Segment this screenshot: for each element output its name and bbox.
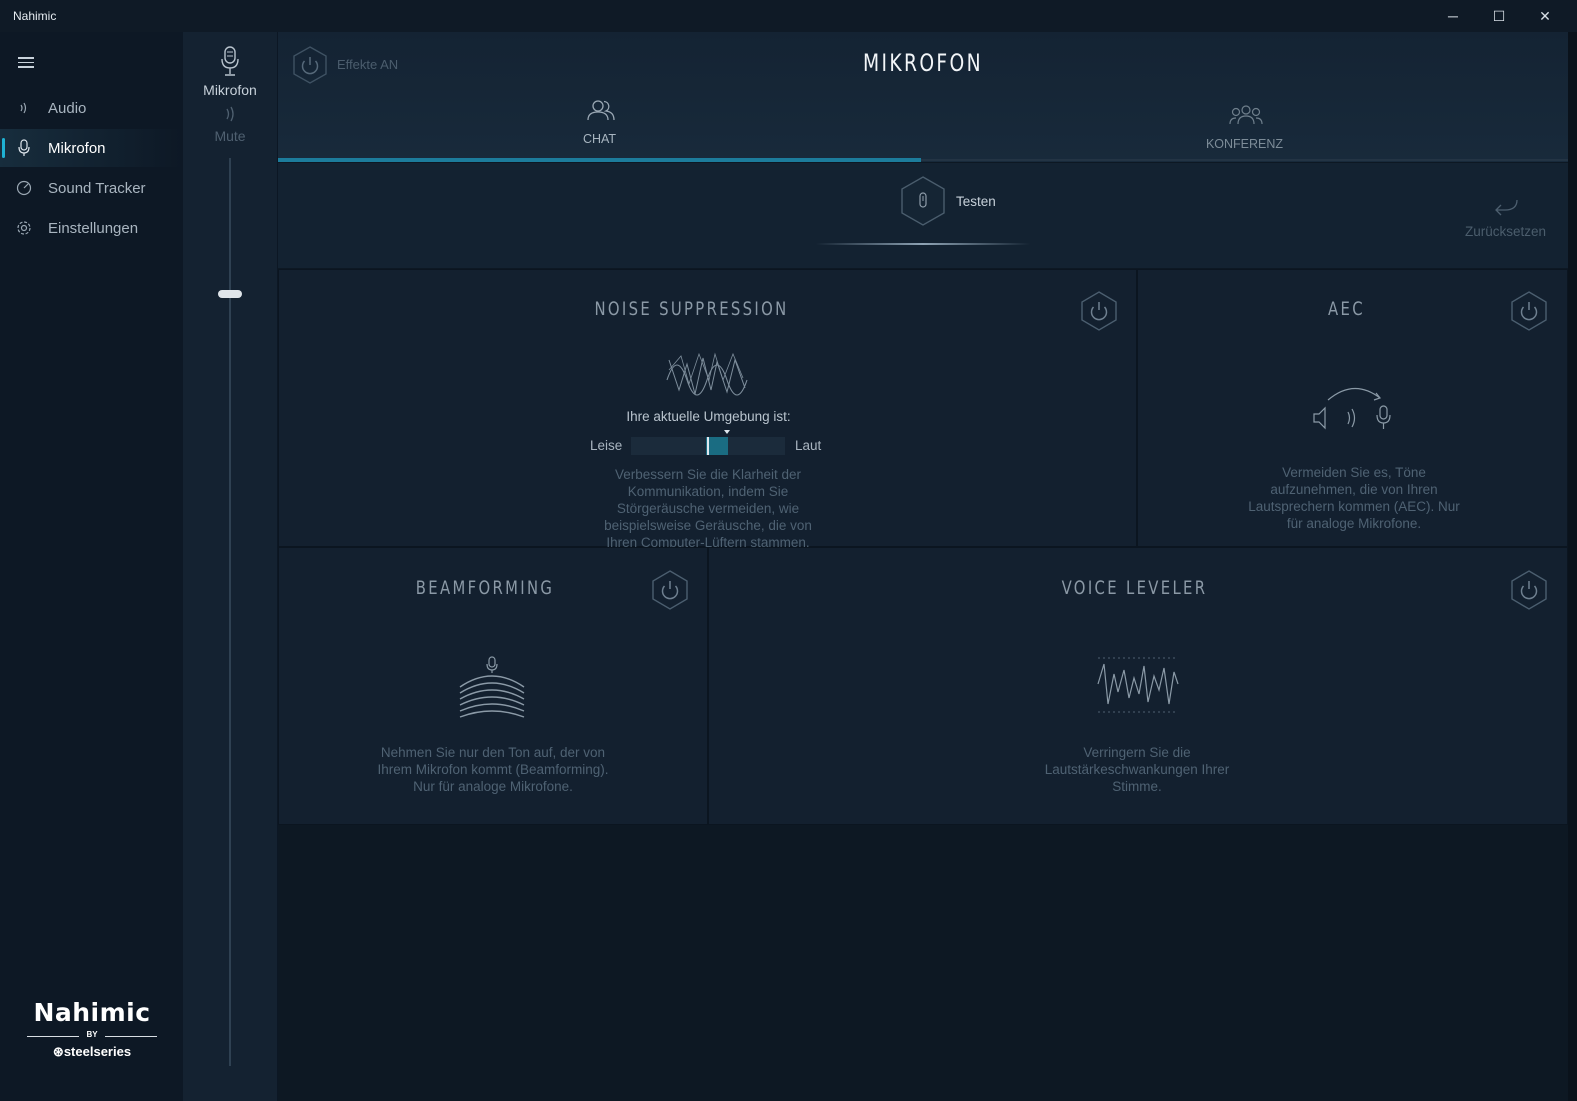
sidebar-item-audio[interactable]: Audio <box>0 89 183 127</box>
volume-slider-thumb[interactable] <box>218 290 242 299</box>
reset-button[interactable]: Zurücksetzen <box>1465 224 1546 239</box>
beamforming-power-button[interactable] <box>651 570 689 610</box>
card-title: NOISE SUPPRESSION <box>594 298 789 320</box>
maximize-icon: ☐ <box>1492 7 1506 24</box>
active-tab-underline <box>278 158 921 162</box>
maximize-button[interactable]: ☐ <box>1476 0 1522 32</box>
close-icon: ✕ <box>1539 7 1551 24</box>
voice-waveform-icon <box>1096 654 1180 721</box>
environment-pointer-icon <box>724 430 730 434</box>
brand-by: BY <box>86 1030 98 1039</box>
aec-card: AEC Vermeiden Sie es, Töne aufzunehmen, … <box>1137 269 1568 547</box>
beamforming-card: BEAMFORMING Nehmen Sie nur den Ton auf, … <box>278 547 708 825</box>
active-indicator <box>2 138 5 158</box>
card-title: AEC <box>1328 298 1365 320</box>
speaker-waves-icon <box>0 100 48 116</box>
minimize-button[interactable]: ─ <box>1430 0 1476 32</box>
sidebar-item-label: Audio <box>48 99 87 117</box>
beamforming-icon <box>457 655 527 724</box>
sidebar-item-sound-tracker[interactable]: Sound Tracker <box>0 169 183 207</box>
noise-waves-icon <box>665 350 749 405</box>
minimize-icon: ─ <box>1448 8 1458 24</box>
tab-underline <box>921 159 1568 161</box>
tab-chat[interactable]: CHAT <box>278 92 921 162</box>
brand-name: Nahimic <box>33 998 151 1027</box>
title-bar: Nahimic ─ ☐ ✕ <box>0 0 1577 32</box>
close-button[interactable]: ✕ <box>1522 0 1568 32</box>
environment-level-fill <box>706 437 728 455</box>
tab-label: KONFERENZ <box>1205 137 1284 151</box>
card-title: VOICE LEVELER <box>1061 577 1208 599</box>
card-title: BEAMFORMING <box>415 577 555 599</box>
radar-icon <box>0 180 48 196</box>
card-description: Nehmen Sie nur den Ton auf, der von Ihre… <box>377 745 609 794</box>
test-button[interactable] <box>899 175 947 232</box>
environment-level-marker <box>707 437 709 455</box>
voice-leveler-power-button[interactable] <box>1510 570 1548 610</box>
test-glow-line <box>816 243 1030 245</box>
sidebar-item-einstellungen[interactable]: Einstellungen <box>0 209 183 247</box>
high-label: Laut <box>795 438 822 453</box>
effects-power-button[interactable] <box>292 45 328 90</box>
users-icon <box>586 98 616 127</box>
steelseries-icon: ⊛ <box>52 1044 64 1059</box>
noise-suppression-card: NOISE SUPPRESSION Ihre aktuelle Umgebung… <box>278 269 1137 550</box>
sound-waves-icon <box>222 105 238 128</box>
noise-power-button[interactable] <box>1080 291 1118 331</box>
reset-arrow-icon[interactable] <box>1493 198 1519 223</box>
echo-cancel-icon <box>1310 384 1396 437</box>
effects-label: Effekte AN <box>337 57 399 72</box>
gear-icon <box>0 220 48 236</box>
sidebar-item-label: Einstellungen <box>48 219 139 237</box>
card-description: Verbessern Sie die Klarheit der Kommunik… <box>604 467 812 550</box>
card-description: Vermeiden Sie es, Töne aufzunehmen, die … <box>1248 465 1460 531</box>
tab-label: CHAT <box>582 132 617 146</box>
voice-leveler-card: VOICE LEVELER Verringern Sie die Lautstä… <box>708 547 1568 825</box>
sidebar-item-label: Sound Tracker <box>48 179 146 197</box>
test-section: Testen Zurücksetzen <box>278 163 1568 268</box>
volume-column: Mikrofon Mute <box>183 32 277 1101</box>
nahimic-steelseries-logo: Nahimic BY ⊛steelseries <box>27 998 157 1064</box>
card-description: Verringern Sie die Lautstärkeschwankunge… <box>1044 745 1230 794</box>
device-label: Mikrofon <box>203 82 257 98</box>
environment-label: Ihre aktuelle Umgebung ist: <box>626 409 791 424</box>
environment-level-bar <box>631 430 785 455</box>
conference-icon <box>1229 104 1263 131</box>
microphone-icon <box>0 139 48 157</box>
test-label[interactable]: Testen <box>956 194 996 209</box>
tab-konferenz[interactable]: KONFERENZ <box>921 92 1568 162</box>
mute-button[interactable]: Mute <box>183 128 277 144</box>
page-title: MIKROFON <box>863 49 983 77</box>
aec-power-button[interactable] <box>1510 291 1548 331</box>
sidebar-item-label: Mikrofon <box>48 139 106 157</box>
window-title: Nahimic <box>13 9 57 23</box>
sidebar: Audio Mikrofon Sound Tracker Einstellung… <box>0 32 183 1101</box>
low-label: Leise <box>590 438 623 453</box>
header: Effekte AN MIKROFON CHAT KONFERENZ <box>278 32 1568 162</box>
brand-partner: steelseries <box>63 1044 132 1059</box>
microphone-device-icon <box>219 45 241 82</box>
sidebar-item-mikrofon[interactable]: Mikrofon <box>0 129 183 167</box>
window-edge <box>1568 32 1577 1101</box>
hamburger-menu-icon[interactable] <box>18 57 34 71</box>
